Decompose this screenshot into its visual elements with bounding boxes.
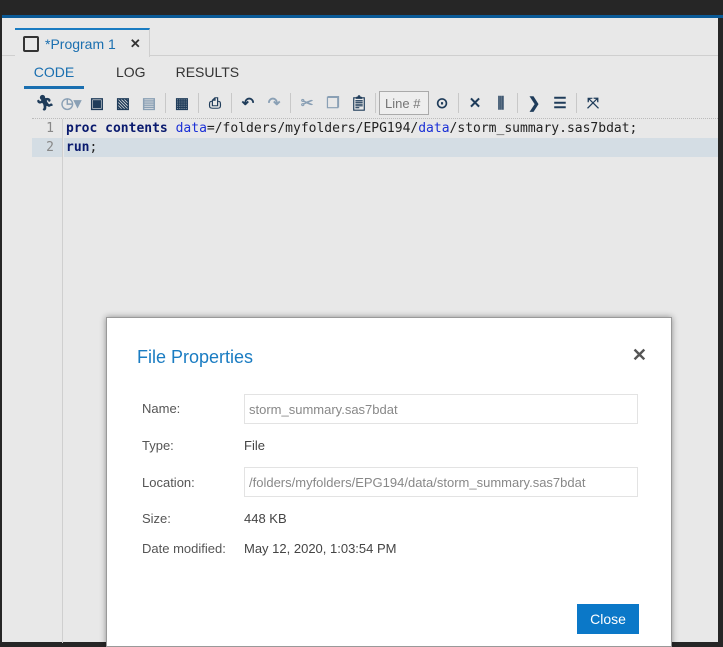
location-field[interactable]: /folders/myfolders/EPG194/data/storm_sum… — [244, 467, 638, 497]
format-icon[interactable]: ⫼ — [488, 91, 514, 115]
line-number: 1 — [46, 121, 54, 136]
clear-icon[interactable]: ✕ — [462, 91, 488, 115]
redo-icon[interactable]: ↷ — [261, 91, 287, 115]
divider — [458, 93, 459, 113]
keyword: contents — [105, 121, 168, 136]
indent-icon[interactable]: ☰ — [547, 91, 573, 115]
divider — [165, 93, 166, 113]
run-icon[interactable]: 🏃︎ — [32, 91, 58, 115]
divider — [517, 93, 518, 113]
close-button[interactable]: Close — [577, 604, 639, 634]
close-tab-icon[interactable]: ✕ — [130, 36, 141, 52]
save-icon[interactable]: ▣ — [84, 91, 110, 115]
name-label: Name: — [142, 401, 181, 416]
top-bar — [0, 0, 723, 15]
close-icon[interactable]: ✕ — [632, 345, 647, 366]
file-properties-dialog: File Properties ✕ Name: storm_summary.sa… — [106, 317, 672, 647]
tab-results[interactable]: RESULTS — [176, 60, 240, 89]
location-label: Location: — [142, 475, 195, 490]
print-icon[interactable]: ⎙ — [202, 91, 228, 115]
tab-strip: *Program 1 ✕ — [2, 18, 718, 57]
type-value: File — [244, 438, 265, 453]
tab-log[interactable]: LOG — [116, 60, 146, 89]
name-field[interactable]: storm_summary.sas7bdat — [244, 394, 638, 424]
paste-icon[interactable]: 📋︎ — [346, 91, 372, 115]
snippet-icon[interactable]: ❯ — [521, 91, 547, 115]
download-icon[interactable]: ▤ — [136, 91, 162, 115]
subtabs: CODE LOG RESULTS — [24, 60, 269, 89]
undo-icon[interactable]: ↶ — [235, 91, 261, 115]
program-icon — [23, 35, 39, 52]
code-line[interactable]: proc contents data=/folders/myfolders/EP… — [64, 119, 718, 138]
divider — [198, 93, 199, 113]
divider — [375, 93, 376, 113]
size-label: Size: — [142, 511, 171, 526]
type-label: Type: — [142, 438, 174, 453]
divider — [290, 93, 291, 113]
keyword: run — [66, 140, 90, 155]
cut-icon[interactable]: ✂ — [294, 91, 320, 115]
size-value: 448 KB — [244, 511, 287, 526]
line-number: 2 — [32, 138, 62, 157]
save-as-icon[interactable]: ▧ — [110, 91, 136, 115]
path-text: =/folders/myfolders/EPG194/ — [206, 121, 419, 136]
dialog-title: File Properties — [137, 347, 254, 367]
history-icon[interactable]: ◷▾ — [58, 91, 84, 115]
line-number-input[interactable] — [379, 91, 429, 115]
tab-code[interactable]: CODE — [24, 60, 84, 89]
date-label: Date modified: — [142, 541, 226, 556]
go-to-line-icon[interactable]: ⊙ — [429, 91, 455, 115]
semicolon: ; — [89, 140, 98, 155]
option: data — [175, 121, 207, 136]
path-text: /storm_summary.sas7bdat; — [449, 121, 638, 136]
divider — [231, 93, 232, 113]
divider — [576, 93, 577, 113]
date-value: May 12, 2020, 1:03:54 PM — [244, 541, 397, 556]
tab-title: *Program 1 — [45, 35, 116, 52]
path-keyword: data — [418, 121, 450, 136]
code-toolbar: 🏃︎ ◷▾ ▣ ▧ ▤ ▦ ⎙ ↶ ↷ ✂ ❐ 📋︎ ⊙ ✕ ⫼ ❯ ☰ ⤧ — [32, 89, 606, 117]
code-line[interactable]: run; — [64, 138, 718, 157]
maximize-icon[interactable]: ⤧ — [580, 91, 606, 115]
line-gutter: 1 2 — [32, 119, 63, 643]
export-icon[interactable]: ▦ — [169, 91, 195, 115]
keyword: proc — [66, 121, 98, 136]
tab-program-1[interactable]: *Program 1 ✕ — [15, 28, 150, 57]
copy-icon[interactable]: ❐ — [320, 91, 346, 115]
